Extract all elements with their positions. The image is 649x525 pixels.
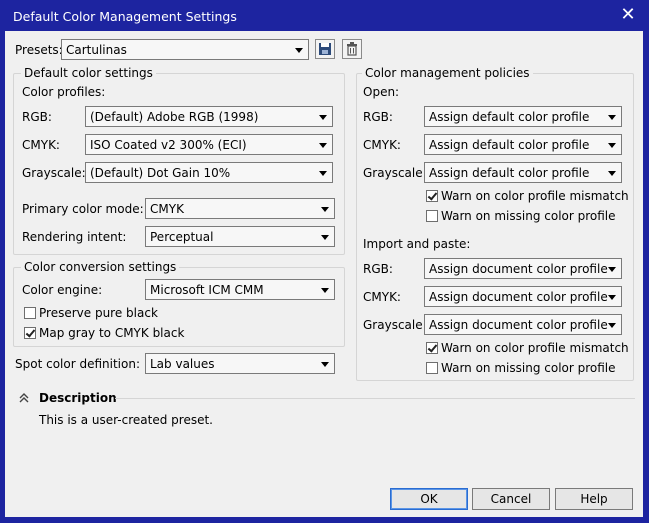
chevron-down-icon xyxy=(319,143,327,148)
open-rgb-label: RGB: xyxy=(363,110,393,124)
import-warn-missing-checkbox[interactable] xyxy=(426,362,438,374)
color-profiles-heading: Color profiles: xyxy=(22,85,106,99)
color-management-policies-title: Color management policies xyxy=(362,66,533,80)
rgb-profile-label: RGB: xyxy=(22,110,52,124)
description-divider xyxy=(115,398,635,399)
rgb-profile-value: (Default) Adobe RGB (1998) xyxy=(90,110,259,124)
import-rgb-label: RGB: xyxy=(363,262,393,276)
collapse-chevron-icon[interactable] xyxy=(18,392,30,404)
import-cmyk-label: CMYK: xyxy=(363,290,401,304)
chevron-down-icon xyxy=(608,143,616,148)
chevron-down-icon xyxy=(321,235,329,240)
save-icon xyxy=(319,43,331,55)
open-rgb-policy-value: Assign default color profile xyxy=(429,110,590,124)
map-gray-checkbox[interactable] xyxy=(24,327,36,339)
grayscale-profile-label: Grayscale: xyxy=(22,166,86,180)
import-cmyk-policy-dropdown[interactable]: Assign document color profile xyxy=(424,286,622,307)
presets-dropdown[interactable]: Cartulinas xyxy=(61,39,309,60)
primary-color-mode-dropdown[interactable]: CMYK xyxy=(145,198,335,219)
chevron-down-icon xyxy=(608,323,616,328)
dialog-client-area: Presets: Cartulinas Default color settin… xyxy=(5,31,643,517)
chevron-down-icon xyxy=(608,295,616,300)
import-rgb-policy-value: Assign document color profile xyxy=(429,262,608,276)
title-bar: Default Color Management Settings ✕ xyxy=(1,1,648,31)
color-engine-label: Color engine: xyxy=(22,283,103,297)
open-warn-missing-label: Warn on missing color profile xyxy=(441,209,616,223)
import-grayscale-label: Grayscale: xyxy=(363,318,427,332)
ok-button[interactable]: OK xyxy=(390,488,468,510)
cancel-button[interactable]: Cancel xyxy=(472,488,550,510)
rendering-intent-label: Rendering intent: xyxy=(22,230,127,244)
cmyk-profile-label: CMYK: xyxy=(22,138,60,152)
rendering-intent-dropdown[interactable]: Perceptual xyxy=(145,226,335,247)
import-warn-missing-label: Warn on missing color profile xyxy=(441,361,616,375)
chevron-down-icon xyxy=(608,115,616,120)
chevron-down-icon xyxy=(608,171,616,176)
preserve-pure-black-label: Preserve pure black xyxy=(39,306,158,320)
presets-value: Cartulinas xyxy=(66,43,127,57)
rgb-profile-dropdown[interactable]: (Default) Adobe RGB (1998) xyxy=(85,106,333,127)
open-heading: Open: xyxy=(363,85,400,99)
save-preset-button[interactable] xyxy=(315,39,335,59)
chevron-down-icon xyxy=(608,267,616,272)
open-warn-mismatch-label: Warn on color profile mismatch xyxy=(441,189,629,203)
color-engine-value: Microsoft ICM CMM xyxy=(150,283,264,297)
import-paste-heading: Import and paste: xyxy=(363,237,471,251)
window-title: Default Color Management Settings xyxy=(13,9,237,24)
cmyk-profile-value: ISO Coated v2 300% (ECI) xyxy=(90,138,247,152)
spot-color-dropdown[interactable]: Lab values xyxy=(145,353,335,374)
color-engine-dropdown[interactable]: Microsoft ICM CMM xyxy=(145,279,335,300)
map-gray-label: Map gray to CMYK black xyxy=(39,326,185,340)
import-grayscale-policy-dropdown[interactable]: Assign document color profile xyxy=(424,314,622,335)
import-grayscale-policy-value: Assign document color profile xyxy=(429,318,608,332)
cmyk-profile-dropdown[interactable]: ISO Coated v2 300% (ECI) xyxy=(85,134,333,155)
presets-label: Presets: xyxy=(15,43,63,57)
import-rgb-policy-dropdown[interactable]: Assign document color profile xyxy=(424,258,622,279)
spot-color-label: Spot color definition: xyxy=(15,357,140,371)
delete-preset-button[interactable] xyxy=(342,39,362,59)
grayscale-profile-dropdown[interactable]: (Default) Dot Gain 10% xyxy=(85,162,333,183)
close-icon[interactable]: ✕ xyxy=(618,5,638,25)
open-cmyk-policy-dropdown[interactable]: Assign default color profile xyxy=(424,134,622,155)
description-text: This is a user-created preset. xyxy=(39,413,213,427)
chevron-down-icon xyxy=(321,288,329,293)
chevron-down-icon xyxy=(321,362,329,367)
chevron-down-icon xyxy=(321,207,329,212)
default-color-settings-title: Default color settings xyxy=(21,66,156,80)
dialog-window: Default Color Management Settings ✕ Pres… xyxy=(0,0,649,523)
color-conversion-settings-title: Color conversion settings xyxy=(21,260,180,274)
open-grayscale-label: Grayscale: xyxy=(363,166,427,180)
open-warn-mismatch-checkbox[interactable] xyxy=(426,190,438,202)
open-grayscale-policy-value: Assign default color profile xyxy=(429,166,590,180)
import-warn-mismatch-checkbox[interactable] xyxy=(426,342,438,354)
primary-color-mode-value: CMYK xyxy=(150,202,184,216)
primary-color-mode-label: Primary color mode: xyxy=(22,202,144,216)
chevron-down-icon xyxy=(295,48,303,53)
trash-icon xyxy=(347,42,357,56)
grayscale-profile-value: (Default) Dot Gain 10% xyxy=(90,166,231,180)
import-warn-mismatch-label: Warn on color profile mismatch xyxy=(441,341,629,355)
description-heading: Description xyxy=(39,391,117,405)
open-rgb-policy-dropdown[interactable]: Assign default color profile xyxy=(424,106,622,127)
open-cmyk-policy-value: Assign default color profile xyxy=(429,138,590,152)
rendering-intent-value: Perceptual xyxy=(150,230,214,244)
import-cmyk-policy-value: Assign document color profile xyxy=(429,290,608,304)
chevron-down-icon xyxy=(319,171,327,176)
preserve-pure-black-checkbox[interactable] xyxy=(24,307,36,319)
open-warn-missing-checkbox[interactable] xyxy=(426,210,438,222)
open-cmyk-label: CMYK: xyxy=(363,138,401,152)
help-button[interactable]: Help xyxy=(555,488,633,510)
spot-color-value: Lab values xyxy=(150,357,215,371)
chevron-down-icon xyxy=(319,115,327,120)
open-grayscale-policy-dropdown[interactable]: Assign default color profile xyxy=(424,162,622,183)
